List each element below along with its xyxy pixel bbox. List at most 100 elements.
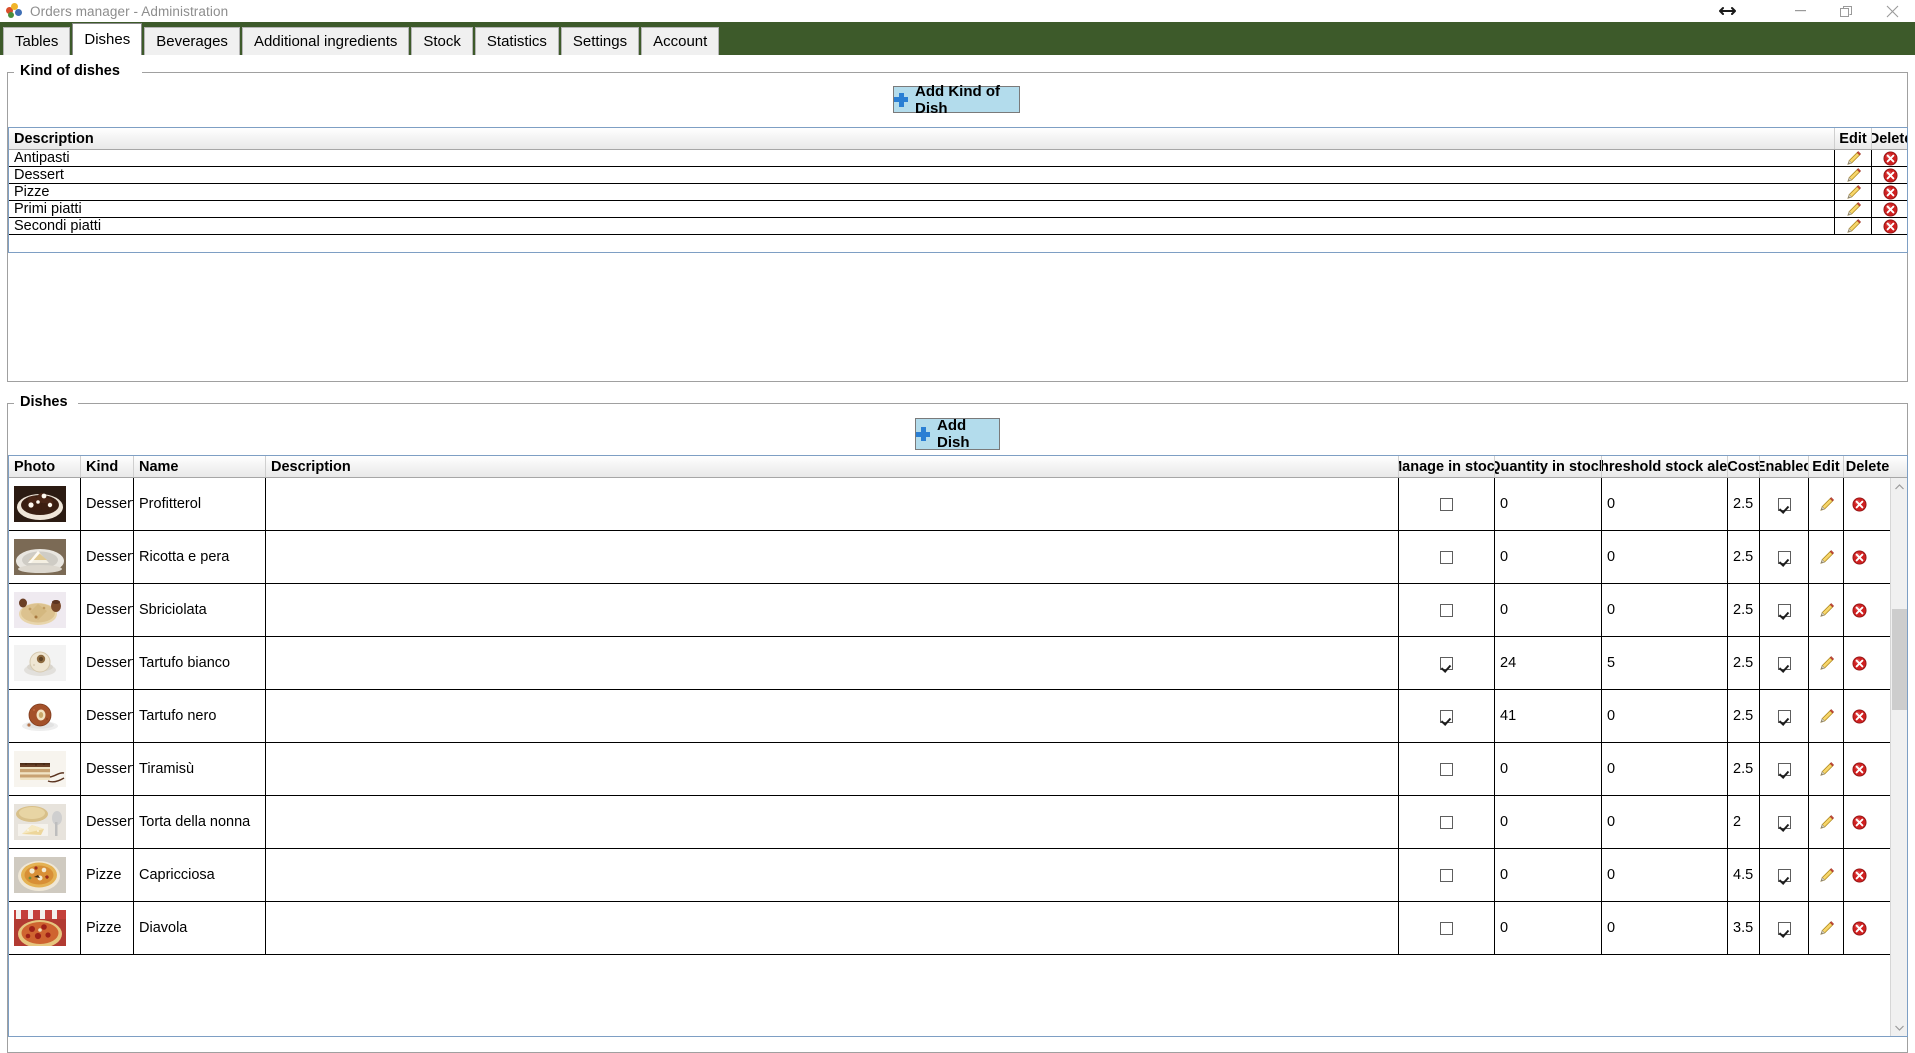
minimize-icon[interactable] [1777,0,1823,22]
dish-row[interactable]: Dessert Torta della nonna 0 0 2 [9,796,1907,849]
dish-edit-cell[interactable] [1809,849,1844,901]
dish-delete-cell[interactable] [1844,743,1874,795]
kind-delete-cell[interactable] [1872,184,1907,200]
col-description[interactable]: Description [9,128,1835,149]
pencil-icon[interactable] [1845,167,1862,183]
col-edit[interactable]: Edit [1809,456,1844,477]
col-delete[interactable]: Delete [1872,128,1907,149]
enabled-checkbox[interactable] [1777,550,1791,564]
dish-row[interactable]: Dessert Tiramisù 0 0 2.5 [9,743,1907,796]
dish-manage-in-stock-cell[interactable] [1399,690,1495,742]
dish-delete-cell[interactable] [1844,637,1874,689]
resize-horizontal-icon[interactable] [1717,6,1737,16]
scroll-down-arrow-icon[interactable] [1891,1019,1907,1036]
dish-manage-in-stock-cell[interactable] [1399,849,1495,901]
col-manage-in-stock[interactable]: Manage in stock [1399,456,1495,477]
tab-tables[interactable]: Tables [3,27,71,55]
scroll-thumb[interactable] [1892,609,1907,710]
manage-in-stock-checkbox[interactable] [1440,868,1453,882]
dish-row[interactable]: Dessert Ricotta e pera 0 0 2.5 [9,531,1907,584]
col-description[interactable]: Description [266,456,1399,477]
enabled-checkbox[interactable] [1777,762,1791,776]
dish-edit-cell[interactable] [1809,690,1844,742]
kind-delete-cell[interactable] [1872,167,1907,183]
col-cost[interactable]: Cost [1728,456,1760,477]
delete-circle-icon[interactable] [1852,709,1867,724]
manage-in-stock-checkbox[interactable] [1440,762,1453,776]
delete-circle-icon[interactable] [1883,219,1898,234]
pencil-icon[interactable] [1818,867,1835,884]
delete-circle-icon[interactable] [1852,921,1867,936]
kind-of-dish-row[interactable]: Secondi piatti [9,218,1907,235]
col-enabled[interactable]: Enabled [1760,456,1809,477]
dish-enabled-cell[interactable] [1760,584,1809,636]
dish-edit-cell[interactable] [1809,531,1844,583]
col-threshold-stock[interactable]: Threshold stock alert [1602,456,1728,477]
dish-delete-cell[interactable] [1844,796,1874,848]
delete-circle-icon[interactable] [1852,603,1867,618]
manage-in-stock-checkbox[interactable] [1440,603,1453,617]
tab-statistics[interactable]: Statistics [474,27,559,55]
dish-manage-in-stock-cell[interactable] [1399,478,1495,530]
add-kind-of-dish-button[interactable]: Add Kind of Dish [893,83,1020,117]
delete-circle-icon[interactable] [1883,185,1898,200]
close-icon[interactable] [1869,0,1915,22]
col-name[interactable]: Name [134,456,266,477]
kind-of-dish-row[interactable]: Primi piatti [9,201,1907,218]
dish-row[interactable]: Dessert Profitterol 0 0 2.5 [9,478,1907,531]
enabled-checkbox[interactable] [1777,921,1791,935]
col-photo[interactable]: Photo [9,456,81,477]
pencil-icon[interactable] [1818,602,1835,619]
manage-in-stock-checkbox[interactable] [1440,709,1453,723]
dish-enabled-cell[interactable] [1760,690,1809,742]
pencil-icon[interactable] [1818,708,1835,725]
dishes-vertical-scrollbar[interactable] [1890,478,1907,1036]
dish-edit-cell[interactable] [1809,478,1844,530]
kind-edit-cell[interactable] [1835,150,1872,166]
dish-row[interactable]: Pizze Diavola 0 0 3.5 [9,902,1907,955]
dish-manage-in-stock-cell[interactable] [1399,584,1495,636]
tab-beverages[interactable]: Beverages [144,27,240,55]
delete-circle-icon[interactable] [1852,550,1867,565]
tab-dishes[interactable]: Dishes [72,23,143,55]
manage-in-stock-checkbox[interactable] [1440,550,1453,564]
kind-delete-cell[interactable] [1872,201,1907,217]
pencil-icon[interactable] [1845,218,1862,234]
dish-delete-cell[interactable] [1844,849,1874,901]
dish-edit-cell[interactable] [1809,796,1844,848]
col-edit[interactable]: Edit [1835,128,1872,149]
dish-manage-in-stock-cell[interactable] [1399,902,1495,954]
pencil-icon[interactable] [1845,184,1862,200]
dish-row[interactable]: Pizze Capricciosa 0 0 4.5 [9,849,1907,902]
enabled-checkbox[interactable] [1777,497,1791,511]
dish-row[interactable]: Dessert Tartufo bianco 24 5 2.5 [9,637,1907,690]
delete-circle-icon[interactable] [1883,168,1898,183]
dish-enabled-cell[interactable] [1760,531,1809,583]
delete-circle-icon[interactable] [1852,815,1867,830]
scroll-up-arrow-icon[interactable] [1891,478,1907,495]
tab-settings[interactable]: Settings [560,27,640,55]
enabled-checkbox[interactable] [1777,709,1791,723]
manage-in-stock-checkbox[interactable] [1440,656,1453,670]
pencil-icon[interactable] [1818,920,1835,937]
dish-delete-cell[interactable] [1844,690,1874,742]
dish-delete-cell[interactable] [1844,478,1874,530]
enabled-checkbox[interactable] [1777,656,1791,670]
kind-edit-cell[interactable] [1835,201,1872,217]
delete-circle-icon[interactable] [1852,656,1867,671]
delete-circle-icon[interactable] [1852,868,1867,883]
kind-of-dish-row[interactable]: Dessert [9,167,1907,184]
manage-in-stock-checkbox[interactable] [1440,921,1453,935]
delete-circle-icon[interactable] [1883,151,1898,166]
tab-additional-ingredients[interactable]: Additional ingredients [241,27,410,55]
pencil-icon[interactable] [1818,655,1835,672]
dish-enabled-cell[interactable] [1760,637,1809,689]
col-quantity-in-stock[interactable]: Quantity in stock [1495,456,1602,477]
manage-in-stock-checkbox[interactable] [1440,815,1453,829]
kind-of-dish-row[interactable]: Pizze [9,184,1907,201]
dish-edit-cell[interactable] [1809,584,1844,636]
pencil-icon[interactable] [1818,549,1835,566]
dish-edit-cell[interactable] [1809,743,1844,795]
kind-of-dish-row[interactable]: Antipasti [9,150,1907,167]
delete-circle-icon[interactable] [1883,202,1898,217]
